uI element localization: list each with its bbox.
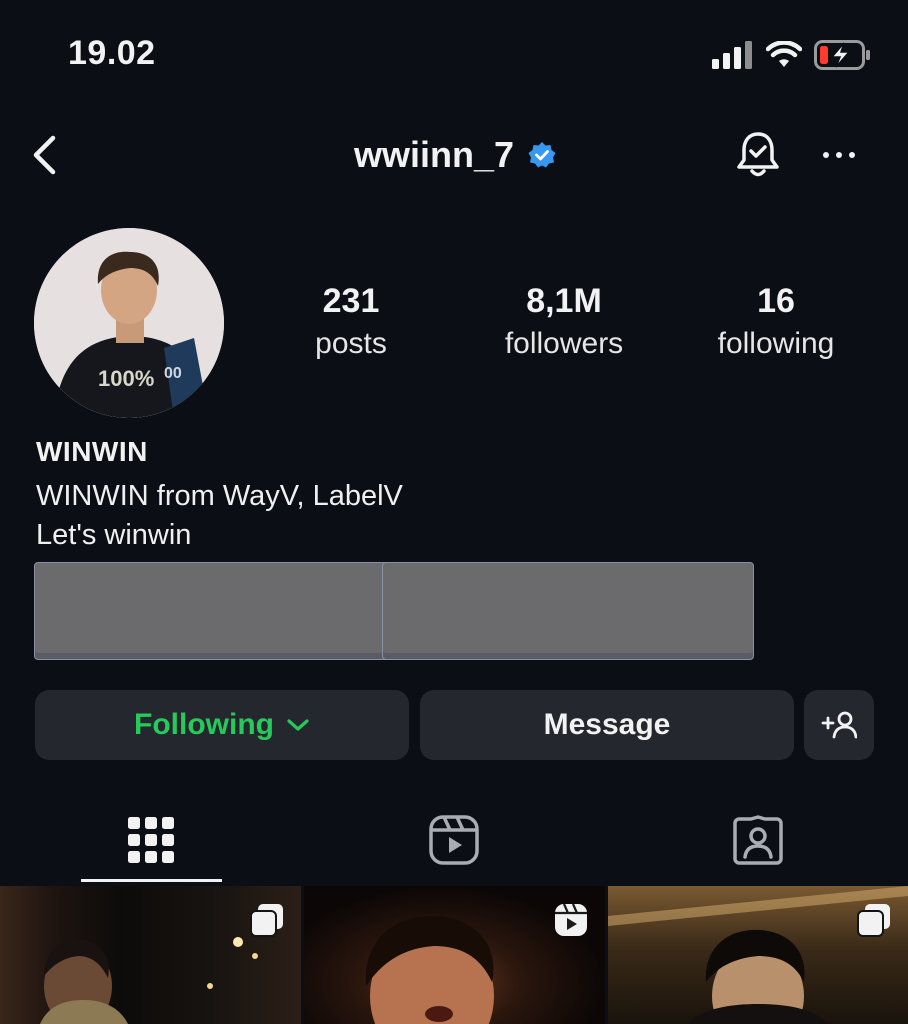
followers-count: 8,1M (526, 282, 602, 320)
more-icon-dot (836, 152, 842, 158)
avatar-photo: 100% 00 (34, 228, 224, 418)
post-thumbnail[interactable] (0, 886, 301, 1024)
svg-text:00: 00 (164, 365, 182, 382)
tab-reels[interactable] (384, 800, 524, 880)
reels-badge-icon (555, 903, 587, 936)
active-tab-indicator (81, 879, 222, 882)
more-options-button[interactable] (814, 138, 864, 172)
page-title: wwiinn_7 (354, 134, 515, 175)
avatar[interactable]: 100% 00 (34, 228, 224, 418)
verified-icon (528, 142, 556, 168)
bio-line: Let's winwin (36, 519, 192, 551)
following-label: following (717, 327, 835, 360)
reels-icon (429, 815, 479, 865)
followers-label: followers (504, 327, 624, 360)
battery-icon (814, 40, 870, 70)
notifications-button[interactable] (732, 128, 784, 182)
bell-icon (737, 132, 779, 177)
following-count: 16 (757, 282, 795, 320)
following-stat[interactable]: 16 following (700, 282, 852, 361)
chevron-down-icon (287, 719, 309, 731)
svg-text:100%: 100% (98, 366, 154, 391)
suggest-users-button[interactable] (804, 690, 874, 760)
post-thumbnail[interactable] (608, 886, 908, 1024)
post-thumbnail[interactable] (304, 886, 605, 1024)
status-time: 19.02 (68, 34, 156, 72)
wifi-icon (766, 41, 802, 67)
back-icon (33, 135, 56, 175)
following-button[interactable]: Following (35, 690, 409, 760)
posts-stat[interactable]: 231 posts (290, 282, 412, 361)
message-button[interactable]: Message (420, 690, 794, 760)
redacted-block (34, 562, 414, 660)
more-icon-dot (849, 152, 855, 158)
bio-line: WINWIN from WayV, LabelV (36, 480, 403, 512)
carousel-icon (250, 904, 283, 937)
followers-stat[interactable]: 8,1M followers (488, 282, 640, 361)
tab-posts-grid[interactable] (81, 800, 221, 880)
add-user-icon (821, 711, 857, 739)
posts-label: posts (315, 327, 387, 360)
signal-icon (712, 41, 752, 69)
tagged-icon (733, 815, 783, 865)
status-icons (712, 40, 872, 70)
more-icon (823, 152, 829, 158)
posts-count: 231 (322, 282, 380, 320)
back-button[interactable] (24, 132, 64, 178)
profile-header: wwiinn_7 (0, 118, 908, 192)
grid-icon (128, 817, 174, 863)
display-name: WINWIN (36, 436, 148, 467)
carousel-icon (857, 904, 890, 937)
username-wrap: wwiinn_7 (354, 134, 556, 176)
message-button-label: Message (543, 708, 671, 741)
tab-tagged[interactable] (688, 800, 828, 880)
redacted-block (382, 562, 754, 660)
following-button-label: Following (134, 708, 274, 741)
